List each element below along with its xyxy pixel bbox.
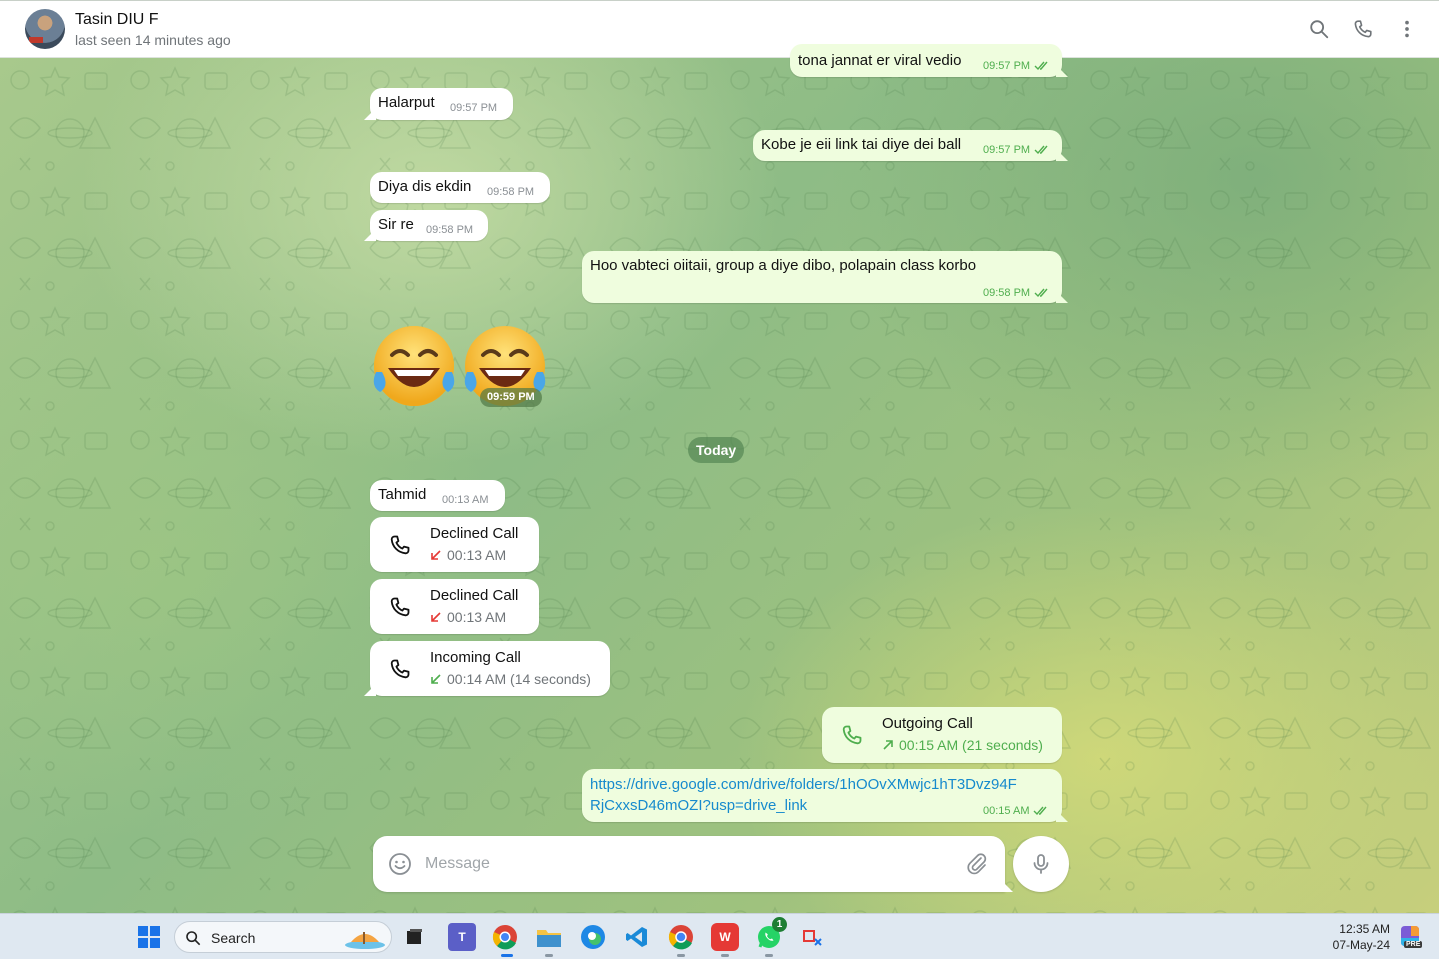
message-bubble-outgoing[interactable]: Hoo vabteci oiitaii, group a diye dibo, … <box>582 251 1062 303</box>
message-text: Sir re <box>378 216 414 233</box>
search-icon <box>186 931 201 946</box>
outgoing-call-arrow-icon <box>883 740 893 750</box>
file-explorer-icon[interactable] <box>535 923 563 951</box>
read-ticks-icon <box>1034 61 1048 71</box>
read-ticks-icon <box>1033 806 1048 816</box>
missed-call-arrow-icon <box>431 550 441 560</box>
message-time: 09:58 PM <box>487 186 535 198</box>
read-ticks-icon <box>1034 145 1048 155</box>
vscode-icon[interactable] <box>623 923 651 951</box>
message-time: 09:57 PM <box>450 102 498 114</box>
message-time: 09:57 PM <box>983 60 1050 72</box>
contact-name[interactable]: Tasin DIU F <box>75 11 159 29</box>
read-ticks-icon <box>1034 288 1048 298</box>
more-options-icon[interactable] <box>1395 17 1419 41</box>
message-bubble-incoming[interactable]: Tahmid 00:13 AM <box>370 480 505 511</box>
taskbar-clock[interactable]: 12:35 AM 07-May-24 <box>1300 921 1390 953</box>
clock-time: 12:35 AM <box>1339 922 1390 936</box>
running-app-indicator <box>765 954 773 957</box>
chrome-profile-icon[interactable] <box>667 923 695 951</box>
message-bubble-outgoing[interactable]: tona jannat er viral vedio 09:57 PM <box>790 44 1062 77</box>
taskbar-search[interactable]: Search <box>174 921 392 953</box>
clock-date: 07-May-24 <box>1332 938 1390 952</box>
phone-call-icon[interactable] <box>1351 17 1375 41</box>
phone-icon <box>390 535 410 555</box>
running-app-indicator <box>545 954 553 957</box>
message-time: 09:58 PM <box>983 287 1050 299</box>
copilot-preview-badge: PRE <box>1404 941 1423 948</box>
emoji-message-time: 09:59 PM <box>480 388 542 407</box>
task-view-icon[interactable] <box>400 923 428 951</box>
message-text: Tahmid <box>378 486 427 503</box>
call-detail: 00:14 AM (14 seconds) <box>430 671 591 687</box>
message-text: Diya dis ekdin <box>378 178 472 195</box>
emoji-picker-icon[interactable] <box>388 852 412 876</box>
drive-link-line2[interactable]: RjCxxsD46mOZI?usp=drive_link <box>590 797 807 814</box>
running-app-indicator <box>721 954 729 957</box>
phone-icon <box>842 725 862 745</box>
message-composer <box>373 836 1005 892</box>
message-bubble-outgoing-link[interactable]: https://drive.google.com/drive/folders/1… <box>582 769 1062 822</box>
message-time: 00:13 AM <box>442 494 489 506</box>
edge-icon[interactable] <box>579 923 607 951</box>
contact-avatar[interactable] <box>25 9 65 49</box>
message-input[interactable] <box>425 852 945 876</box>
copilot-icon[interactable]: PRE <box>1396 923 1424 951</box>
phone-icon <box>390 597 410 617</box>
laughing-emoji-icon[interactable] <box>370 322 458 408</box>
search-icon[interactable] <box>1307 17 1331 41</box>
incoming-call-arrow-icon <box>431 674 441 684</box>
teams-icon[interactable]: T <box>448 923 476 951</box>
message-time: 09:58 PM <box>426 224 474 236</box>
wps-office-icon[interactable]: W <box>711 923 739 951</box>
whatsapp-unread-badge: 1 <box>772 917 787 932</box>
active-app-indicator <box>501 954 513 957</box>
whatsapp-icon[interactable]: 1 <box>755 917 787 951</box>
date-separator[interactable]: Today <box>688 437 745 463</box>
call-title: Incoming Call <box>430 649 521 666</box>
call-detail: 00:13 AM <box>430 609 506 625</box>
call-title: Outgoing Call <box>882 715 973 732</box>
call-title: Declined Call <box>430 525 519 542</box>
taskbar-search-label: Search <box>211 930 256 946</box>
message-text: Kobe je eii link tai diye dei ball <box>761 136 962 153</box>
contact-last-seen: last seen 14 minutes ago <box>75 32 231 48</box>
call-bubble-declined[interactable]: Declined Call 00:13 AM <box>370 517 539 572</box>
snipping-tool-icon[interactable] <box>799 923 827 951</box>
phone-icon <box>390 659 410 679</box>
windows-start-icon[interactable] <box>135 923 163 951</box>
message-text: Hoo vabteci oiitaii, group a diye dibo, … <box>590 257 977 274</box>
call-bubble-declined[interactable]: Declined Call 00:13 AM <box>370 579 539 634</box>
message-time: 09:57 PM <box>983 144 1050 156</box>
chat-header: Tasin DIU F last seen 14 minutes ago <box>0 0 1439 58</box>
drive-link-line1[interactable]: https://drive.google.com/drive/folders/1… <box>590 776 1017 793</box>
message-bubble-incoming[interactable]: Diya dis ekdin 09:58 PM <box>370 172 550 203</box>
windows-taskbar: Search T W 1 12:35 AM 07-May-24 PRE <box>0 913 1439 959</box>
call-bubble-incoming[interactable]: Incoming Call 00:14 AM (14 seconds) <box>370 641 610 696</box>
message-text: tona jannat er viral vedio <box>798 52 962 69</box>
call-detail: 00:15 AM (21 seconds) <box>882 737 1043 753</box>
message-bubble-incoming[interactable]: Sir re 09:58 PM <box>370 210 488 241</box>
call-detail: 00:13 AM <box>430 547 506 563</box>
call-bubble-outgoing[interactable]: Outgoing Call 00:15 AM (21 seconds) <box>822 707 1062 763</box>
voice-record-button[interactable] <box>1013 836 1069 892</box>
search-highlight-icon <box>345 932 385 949</box>
missed-call-arrow-icon <box>431 612 441 622</box>
message-text: Halarput <box>378 94 435 111</box>
running-app-indicator <box>677 954 685 957</box>
microphone-icon <box>1033 854 1049 874</box>
message-time: 00:15 AM <box>983 805 1049 817</box>
message-bubble-outgoing[interactable]: Kobe je eii link tai diye dei ball 09:57… <box>753 130 1062 161</box>
message-bubble-incoming[interactable]: Halarput 09:57 PM <box>370 88 513 120</box>
call-title: Declined Call <box>430 587 519 604</box>
attach-paperclip-icon[interactable] <box>965 852 989 876</box>
chrome-icon[interactable] <box>491 923 519 951</box>
